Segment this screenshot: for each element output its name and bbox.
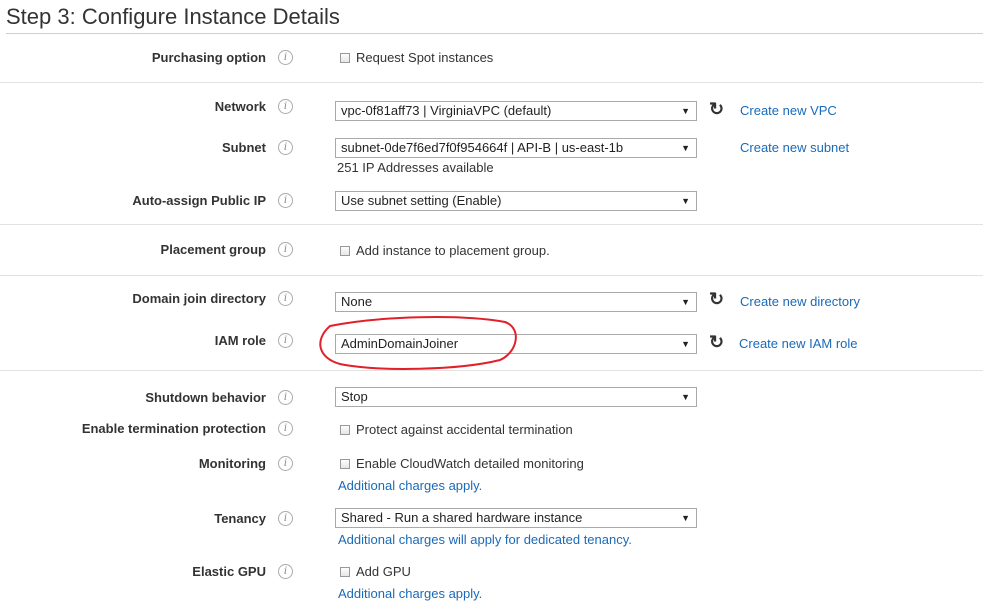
subnet-ip-count: 251 IP Addresses available xyxy=(337,160,494,175)
dropdown-arrow-icon: ▼ xyxy=(681,513,690,523)
termination-protection-label: Enable termination protection xyxy=(81,421,266,436)
gpu-charges-link[interactable]: Additional charges apply. xyxy=(338,586,482,601)
section-divider xyxy=(0,275,983,276)
termination-protection-checkbox-label[interactable]: Protect against accidental termination xyxy=(356,422,573,437)
dropdown-arrow-icon: ▼ xyxy=(681,106,690,116)
tenancy-charges-link[interactable]: Additional charges will apply for dedica… xyxy=(338,532,632,547)
info-icon[interactable]: i xyxy=(278,333,293,348)
domain-join-label: Domain join directory xyxy=(132,291,266,306)
info-icon[interactable]: i xyxy=(278,50,293,65)
purchasing-option-label: Purchasing option xyxy=(151,50,266,65)
shutdown-behavior-select-value: Stop xyxy=(341,389,368,404)
dropdown-arrow-icon: ▼ xyxy=(681,339,690,349)
info-icon[interactable]: i xyxy=(278,456,293,471)
elastic-gpu-label: Elastic GPU xyxy=(192,564,266,579)
iam-role-select-value: AdminDomainJoiner xyxy=(341,336,459,351)
subnet-select-value: subnet-0de7f6ed7f0f954664f | API-B | us-… xyxy=(341,140,624,155)
monitoring-charges-link[interactable]: Additional charges apply. xyxy=(338,478,482,493)
elastic-gpu-checkbox[interactable] xyxy=(340,567,350,577)
public-ip-select[interactable]: Use subnet setting (Enable) ▼ xyxy=(335,191,697,211)
info-icon[interactable]: i xyxy=(278,242,293,257)
network-select[interactable]: vpc-0f81aff73 | VirginiaVPC (default) ▼ xyxy=(335,101,697,121)
tenancy-select[interactable]: Shared - Run a shared hardware instance … xyxy=(335,508,697,528)
dropdown-arrow-icon: ▼ xyxy=(681,143,690,153)
tenancy-select-value: Shared - Run a shared hardware instance xyxy=(341,510,583,525)
placement-group-label: Placement group xyxy=(160,242,266,257)
section-divider xyxy=(0,370,983,371)
subnet-label: Subnet xyxy=(221,140,266,155)
shutdown-behavior-label: Shutdown behavior xyxy=(145,390,266,405)
elastic-gpu-checkbox-label[interactable]: Add GPU xyxy=(356,564,411,579)
network-select-value: vpc-0f81aff73 | VirginiaVPC (default) xyxy=(341,103,552,118)
section-divider xyxy=(0,224,983,225)
request-spot-label[interactable]: Request Spot instances xyxy=(356,50,493,65)
network-label: Network xyxy=(214,99,266,114)
placement-group-checkbox[interactable] xyxy=(340,246,350,256)
monitoring-checkbox[interactable] xyxy=(340,459,350,469)
create-new-subnet-link[interactable]: Create new subnet xyxy=(740,140,849,155)
info-icon[interactable]: i xyxy=(278,564,293,579)
shutdown-behavior-select[interactable]: Stop ▼ xyxy=(335,387,697,407)
info-icon[interactable]: i xyxy=(278,291,293,306)
section-divider xyxy=(0,82,983,83)
iam-role-select[interactable]: AdminDomainJoiner ▼ xyxy=(335,334,697,354)
create-new-iam-role-link[interactable]: Create new IAM role xyxy=(739,336,858,351)
subnet-select[interactable]: subnet-0de7f6ed7f0f954664f | API-B | us-… xyxy=(335,138,697,158)
info-icon[interactable]: i xyxy=(278,99,293,114)
placement-group-checkbox-label[interactable]: Add instance to placement group. xyxy=(356,243,550,258)
tenancy-label: Tenancy xyxy=(214,511,266,526)
info-icon[interactable]: i xyxy=(278,421,293,436)
refresh-icon[interactable]: ↻ xyxy=(709,333,724,351)
public-ip-select-value: Use subnet setting (Enable) xyxy=(341,193,502,208)
dropdown-arrow-icon: ▼ xyxy=(681,196,690,206)
title-divider xyxy=(6,33,983,34)
info-icon[interactable]: i xyxy=(278,511,293,526)
monitoring-checkbox-label[interactable]: Enable CloudWatch detailed monitoring xyxy=(356,456,584,471)
refresh-icon[interactable]: ↻ xyxy=(709,100,724,118)
public-ip-label: Auto-assign Public IP xyxy=(132,193,266,208)
info-icon[interactable]: i xyxy=(278,193,293,208)
termination-protection-checkbox[interactable] xyxy=(340,425,350,435)
dropdown-arrow-icon: ▼ xyxy=(681,297,690,307)
request-spot-checkbox[interactable] xyxy=(340,53,350,63)
info-icon[interactable]: i xyxy=(278,390,293,405)
create-new-directory-link[interactable]: Create new directory xyxy=(740,294,860,309)
dropdown-arrow-icon: ▼ xyxy=(681,392,690,402)
domain-join-select-value: None xyxy=(341,294,373,309)
page-title: Step 3: Configure Instance Details xyxy=(6,4,340,29)
create-new-vpc-link[interactable]: Create new VPC xyxy=(740,103,837,118)
refresh-icon[interactable]: ↻ xyxy=(709,290,724,308)
monitoring-label: Monitoring xyxy=(198,456,266,471)
iam-role-label: IAM role xyxy=(214,333,266,348)
domain-join-select[interactable]: None ▼ xyxy=(335,292,697,312)
info-icon[interactable]: i xyxy=(278,140,293,155)
